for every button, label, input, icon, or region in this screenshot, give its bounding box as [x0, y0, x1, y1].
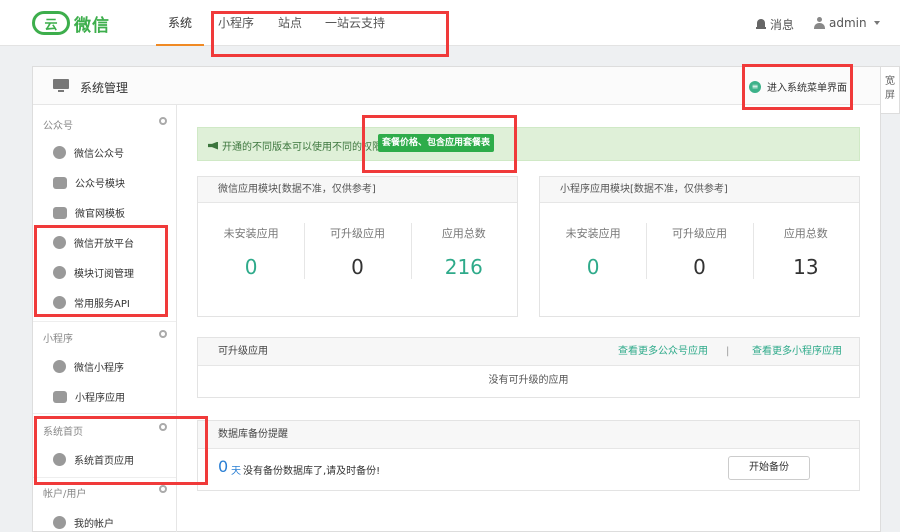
stat-label: 未安装应用: [565, 227, 621, 240]
messages-link[interactable]: 消息: [756, 16, 794, 33]
stat-value: 0: [351, 255, 364, 279]
user-menu[interactable]: admin: [814, 16, 880, 30]
stat-uninstalled[interactable]: 未安装应用 0: [540, 203, 646, 317]
highlight-box: [34, 416, 208, 485]
stat-value: 0: [244, 255, 258, 279]
messages-label: 消息: [770, 18, 795, 32]
cloud-logo-icon: 云: [32, 11, 70, 35]
card-title: 小程序应用模块[数据不准，仅供参考]: [540, 177, 859, 203]
stat-label: 未安装应用: [223, 227, 279, 240]
username: admin: [829, 16, 867, 30]
backup-message: 没有备份数据库了,请及时备份!: [243, 466, 381, 477]
brand-name: 微信: [74, 15, 110, 36]
top-navbar: 云 微信 系统 小程序 站点 一站云支持 消息 admin: [0, 0, 900, 46]
more-miniprogram-apps-link[interactable]: 查看更多小程序应用: [752, 338, 842, 366]
backup-days-unit: 天: [231, 466, 241, 477]
template-icon: [53, 206, 67, 219]
stat-upgradable[interactable]: 可升级应用 0: [304, 203, 410, 317]
sidebar-item-label: 微信公众号: [74, 149, 124, 160]
user-icon: [53, 516, 66, 529]
sidebar-item-wechat-account[interactable]: 微信公众号: [53, 145, 124, 160]
chevron-down-icon: [873, 21, 880, 25]
sidebar-item-label: 微官网模板: [75, 209, 125, 220]
stat-upgradable[interactable]: 可升级应用 0: [646, 203, 752, 317]
stat-value: 216: [444, 255, 483, 279]
module-icon: [53, 176, 67, 189]
notice-message: 开通的不同版本可以使用不同的权限: [222, 142, 382, 153]
block-header: 数据库备份提醒: [198, 421, 859, 449]
stat-value: 13: [793, 255, 819, 279]
highlight-box: [362, 115, 517, 173]
sidebar-item-label: 我的帐户: [74, 519, 114, 530]
sidebar-item-label: 公众号模块: [75, 179, 125, 190]
stat-label: 应用总数: [441, 227, 486, 240]
nav-tab-system[interactable]: 系统: [156, 0, 204, 46]
megaphone-icon: [208, 141, 218, 150]
sidebar-item-my-account[interactable]: 我的帐户: [53, 515, 114, 530]
miniprogram-icon: [53, 360, 66, 373]
stat-total[interactable]: 应用总数 216: [410, 203, 517, 317]
sidebar-item-wechat-miniprogram[interactable]: 微信小程序: [53, 359, 124, 374]
highlight-box: [34, 225, 168, 317]
block-title: 数据库备份提醒: [218, 429, 288, 440]
monitor-icon: [53, 79, 69, 93]
app-icon: [53, 390, 67, 403]
upgradable-apps-block: 可升级应用 查看更多公众号应用 | 查看更多小程序应用 没有可升级的应用: [197, 337, 860, 398]
block-header: 可升级应用 查看更多公众号应用 | 查看更多小程序应用: [198, 338, 859, 366]
notice-text: 开通的不同版本可以使用不同的权限: [208, 138, 382, 153]
start-backup-button[interactable]: 开始备份: [728, 456, 810, 480]
sidebar-group-title: 公众号: [43, 121, 73, 132]
gear-icon[interactable]: [159, 330, 167, 338]
sidebar-item-miniprogram-apps[interactable]: 小程序应用: [53, 389, 125, 404]
page-title: 系统管理: [80, 81, 129, 95]
empty-state: 没有可升级的应用: [488, 375, 569, 386]
gear-icon[interactable]: [159, 485, 167, 493]
user-icon: [814, 17, 825, 29]
more-wechat-apps-link[interactable]: 查看更多公众号应用: [618, 338, 708, 366]
stat-uninstalled[interactable]: 未安装应用 0: [198, 203, 304, 317]
backup-days-count: 0: [218, 457, 229, 476]
sidebar-item-account-modules[interactable]: 公众号模块: [53, 175, 125, 190]
bell-icon: [756, 19, 766, 30]
stat-label: 可升级应用: [671, 227, 727, 240]
wechat-icon: [53, 146, 66, 159]
wide-screen-toggle[interactable]: 宽屏: [880, 66, 900, 114]
sidebar-item-website-templates[interactable]: 微官网模板: [53, 205, 125, 220]
stat-total[interactable]: 应用总数 13: [752, 203, 859, 317]
sidebar-group-title: 帐户/用户: [43, 489, 87, 500]
stat-value: 0: [586, 255, 600, 279]
card-title: 微信应用模块[数据不准，仅供参考]: [198, 177, 517, 203]
sidebar-group-title: 小程序: [43, 334, 73, 345]
gear-icon[interactable]: [159, 117, 167, 125]
stat-label: 可升级应用: [329, 227, 385, 240]
version-notice: 开通的不同版本可以使用不同的权限 套餐价格、包含应用套餐表: [197, 127, 860, 161]
link-separator: |: [726, 346, 730, 357]
brand-logo[interactable]: 云 微信: [32, 10, 110, 36]
wechat-app-stats-card: 微信应用模块[数据不准，仅供参考] 未安装应用 0 可升级应用 0 应用总数 2…: [197, 176, 518, 317]
sidebar-item-label: 小程序应用: [75, 393, 125, 404]
stat-value: 0: [693, 255, 706, 279]
block-title: 可升级应用: [218, 346, 268, 357]
stat-label: 应用总数: [783, 227, 828, 240]
backup-reminder-block: 数据库备份提醒 0 天 没有备份数据库了,请及时备份! 开始备份: [197, 420, 860, 491]
highlight-box: [742, 64, 853, 110]
sidebar-item-label: 微信小程序: [74, 363, 124, 374]
sidebar-divider: [33, 413, 176, 414]
sidebar-divider: [33, 321, 176, 322]
miniprogram-app-stats-card: 小程序应用模块[数据不准，仅供参考] 未安装应用 0 可升级应用 0 应用总数 …: [539, 176, 860, 317]
highlight-box: [211, 11, 449, 57]
